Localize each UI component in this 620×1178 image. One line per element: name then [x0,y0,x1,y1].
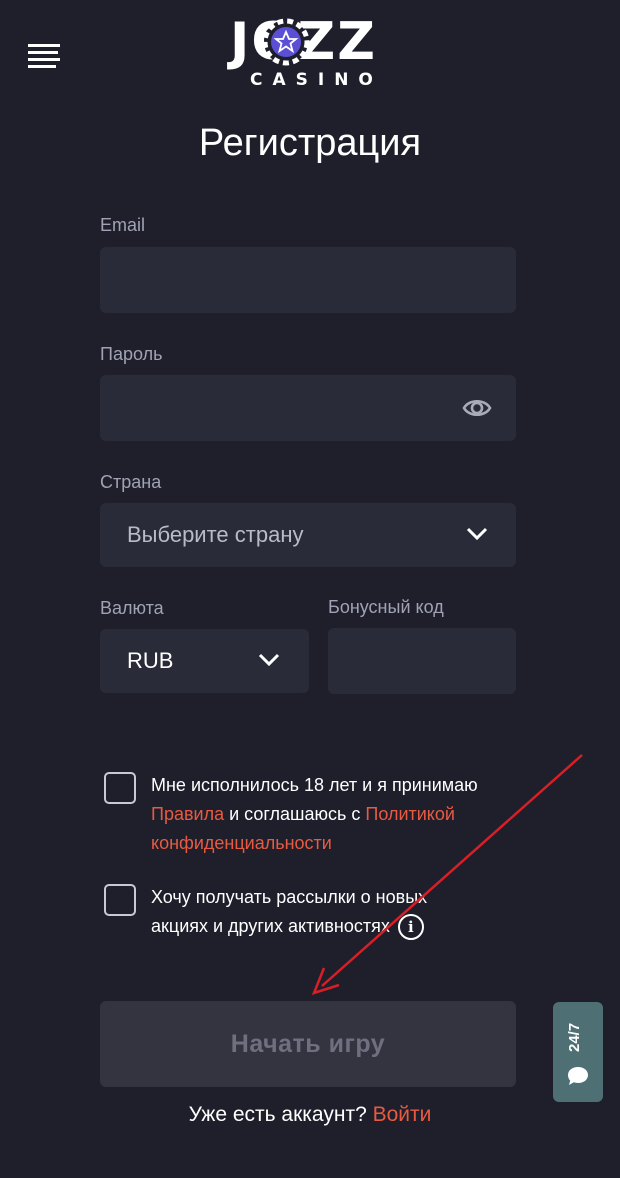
email-label: Email [100,215,146,235]
age-agreement-text-1: Мне исполнилось 18 лет и я принимаю [151,775,478,795]
logo-chip-icon [262,18,310,66]
currency-label: Валюта [100,598,164,618]
age-agreement-text-2: и соглашаюсь с [224,804,366,824]
bonus-code-input[interactable] [328,628,516,694]
age-agreement-checkbox[interactable] [104,772,136,804]
login-row: Уже есть аккаунт? Войти [0,1103,620,1127]
newsletter-text-block: Хочу получать рассылки о новых акциях и … [151,883,481,941]
page-title: Регистрация [198,122,422,164]
currency-select[interactable]: RUB [100,629,309,693]
jozz-casino-logo[interactable]: JOZZ CASINO [230,14,390,94]
email-field-box [100,247,516,313]
hamburger-menu-icon[interactable] [28,44,62,68]
country-label: Страна [100,472,162,492]
chat-bubble-icon [568,1067,588,1085]
bonus-code-field-box [328,628,516,694]
email-input[interactable] [100,247,516,313]
newsletter-text: Хочу получать рассылки о новых акциях и … [151,887,428,936]
password-field-box [100,375,516,441]
currency-select-value: RUB [127,648,174,673]
logo-word: JOZZ [230,14,390,70]
newsletter-checkbox[interactable] [104,884,136,916]
support-label: 24/7 [566,1022,583,1052]
login-link[interactable]: Войти [373,1103,432,1126]
rules-link[interactable]: Правила [151,804,224,824]
logo-subtitle: CASINO [250,70,383,90]
age-agreement-text: Мне исполнилось 18 лет и я принимаю Прав… [151,771,521,858]
login-prompt: Уже есть аккаунт? [188,1103,373,1126]
support-chat-button[interactable]: 24/7 [553,1002,603,1102]
country-select[interactable]: Выберите страну [100,503,516,567]
show-password-eye-icon[interactable] [462,394,492,422]
password-label: Пароль [100,344,163,364]
country-select-placeholder: Выберите страну [127,522,304,547]
chevron-down-icon [258,653,280,667]
info-icon[interactable]: i [397,914,424,941]
start-game-button[interactable]: Начать игру [100,1001,516,1087]
bonus-code-label: Бонусный код [328,597,444,617]
password-input[interactable] [100,375,516,441]
chevron-down-icon [466,527,488,541]
